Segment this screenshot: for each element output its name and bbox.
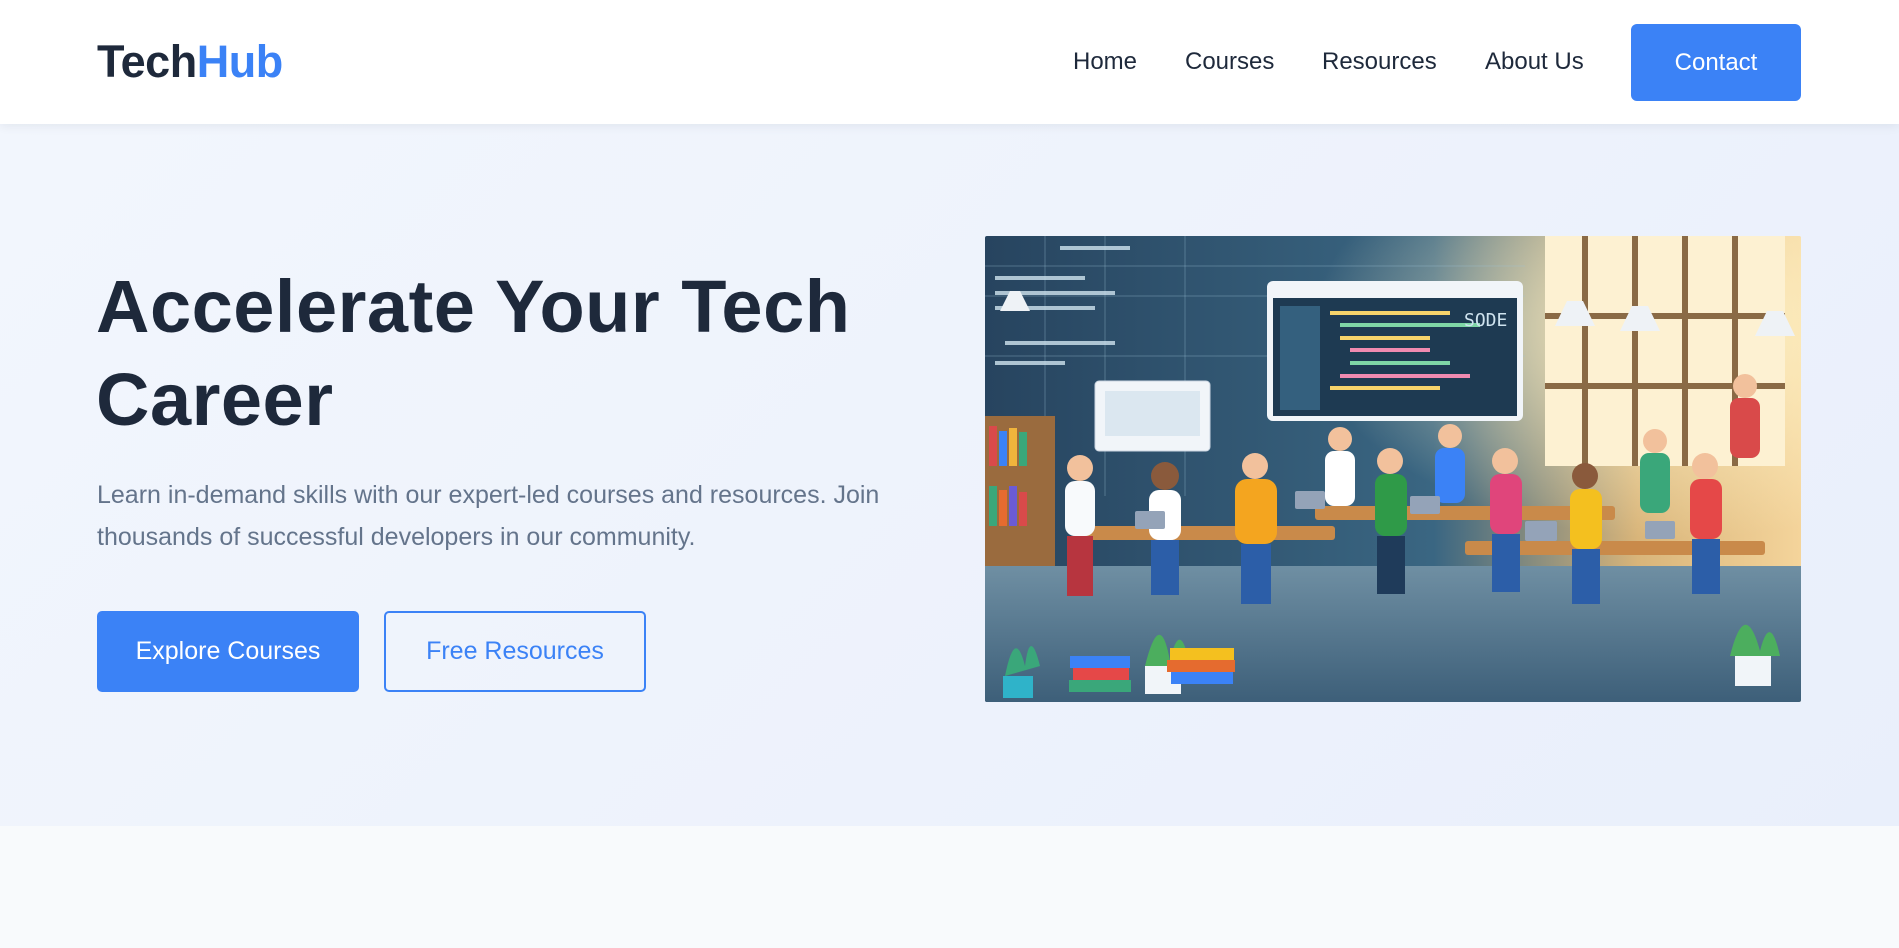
hero-section: Accelerate Your Tech Career Learn in-dem… [0, 124, 1899, 826]
hero-title: Accelerate Your Tech Career [96, 265, 851, 441]
nav-item-about-us[interactable]: About Us [1485, 48, 1584, 76]
logo-text-hub: Hub [196, 36, 283, 87]
hero-illustration: SODE [985, 236, 1801, 702]
logo-text-tech: Tech [97, 36, 197, 87]
free-resources-button[interactable]: Free Resources [384, 611, 646, 692]
logo[interactable]: TechHub [97, 36, 283, 88]
illustration-code-monitor: SODE [1267, 281, 1523, 421]
contact-button[interactable]: Contact [1631, 24, 1801, 101]
illustration-sign-text: SODE [1464, 310, 1507, 331]
explore-courses-button[interactable]: Explore Courses [97, 611, 359, 692]
nav-item-home[interactable]: Home [1073, 48, 1137, 76]
nav-item-resources[interactable]: Resources [1322, 48, 1437, 76]
hero-description: Learn in-demand skills with our expert-l… [97, 481, 880, 551]
site-header: TechHub Home Courses Resources About Us … [0, 0, 1899, 124]
nav-item-courses[interactable]: Courses [1185, 48, 1274, 76]
illustration-whiteboard [1094, 380, 1211, 452]
